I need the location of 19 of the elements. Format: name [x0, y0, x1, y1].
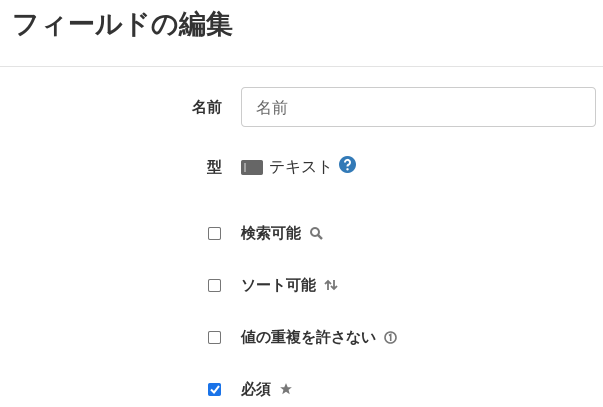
sort-icon — [324, 279, 338, 291]
name-input[interactable]: 名前 — [241, 87, 596, 127]
option-label: 検索可能 — [241, 224, 301, 242]
type-value: テキスト — [269, 156, 333, 178]
checkbox[interactable] — [208, 278, 221, 292]
checkbox[interactable] — [208, 226, 221, 240]
checkbox[interactable] — [208, 382, 221, 396]
help-icon[interactable] — [339, 156, 356, 172]
one-circle-icon — [384, 330, 397, 344]
star-icon — [279, 382, 293, 396]
search-icon — [309, 226, 323, 240]
checkbox[interactable] — [208, 330, 221, 344]
option-label: 値の重複を許さない — [241, 328, 376, 346]
option-label: 必須 — [241, 380, 271, 398]
field-label: 型 — [207, 158, 222, 176]
option-label: ソート可能 — [241, 276, 316, 294]
page-title: フィールドの編集 — [12, 8, 233, 42]
field-label: 名前 — [192, 98, 222, 116]
text-field-icon — [241, 160, 263, 174]
